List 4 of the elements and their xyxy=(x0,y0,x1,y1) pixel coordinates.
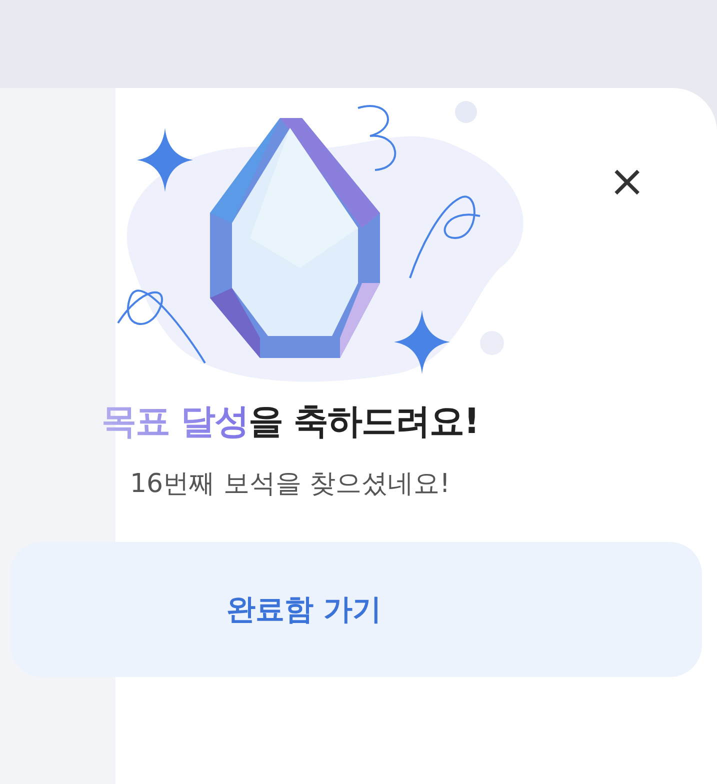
gem-found-message: 16번째 보석을 찾으셨네요! xyxy=(128,468,452,501)
go-to-completed-button[interactable]: 완료함 가기 xyxy=(10,542,702,677)
close-button[interactable]: × xyxy=(605,160,649,204)
congratulations-title: 목표 달성을 축하드려요! xyxy=(100,401,480,443)
